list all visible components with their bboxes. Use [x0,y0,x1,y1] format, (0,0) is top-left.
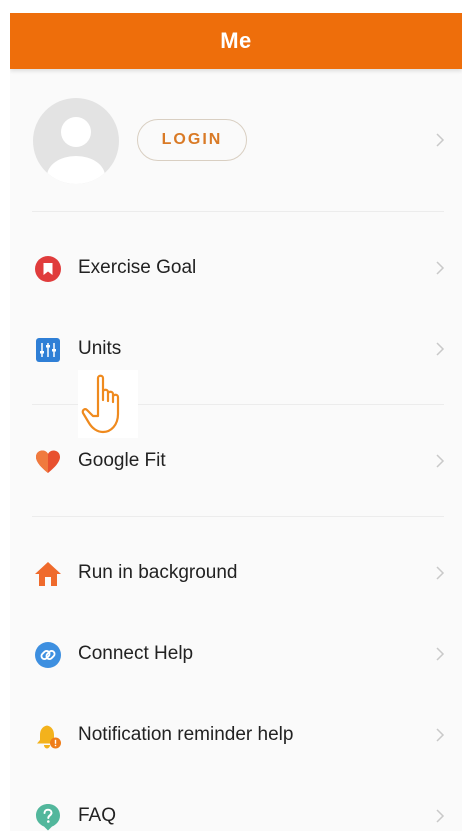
divider [32,211,444,212]
chevron-right-icon [436,454,445,468]
app-screen: Me LOGIN Exercise Goal Units Google Fit … [10,13,462,831]
menu-item-notification-reminder-help[interactable]: Notification reminder help [10,706,462,764]
chevron-right-icon [436,133,445,147]
google-fit-heart-icon [36,450,60,473]
menu-item-google-fit[interactable]: Google Fit [10,432,462,490]
goal-badge-icon [35,256,61,282]
tap-hand-icon [78,370,138,438]
menu-item-run-in-background[interactable]: Run in background [10,544,462,602]
units-equalizer-icon [36,338,60,362]
chevron-right-icon [436,647,445,661]
menu-item-label: Run in background [78,562,238,583]
link-icon [35,642,61,668]
profile-row[interactable]: LOGIN [10,69,462,211]
menu-item-connect-help[interactable]: Connect Help [10,625,462,683]
user-silhouette-icon [47,117,105,184]
header-bar: Me [10,13,462,69]
menu-item-label: FAQ [78,805,117,826]
login-label: LOGIN [161,131,223,148]
chevron-right-icon [436,261,445,275]
page-title: Me [220,28,252,53]
divider [32,516,444,517]
menu-item-faq[interactable]: FAQ [10,787,462,831]
menu-item-label: Notification reminder help [78,724,294,745]
login-button[interactable]: LOGIN [137,119,247,161]
avatar[interactable] [33,98,119,184]
menu-item-label: Google Fit [78,450,166,471]
chevron-right-icon [436,342,445,356]
bell-alert-icon [37,724,61,749]
chevron-right-icon [436,566,445,580]
home-icon [35,562,61,586]
chevron-right-icon [436,728,445,742]
chevron-right-icon [436,809,445,823]
menu-item-label: Connect Help [78,643,194,664]
menu-item-label: Exercise Goal [78,257,197,278]
question-icon [36,804,60,831]
menu-item-exercise-goal[interactable]: Exercise Goal [10,239,462,297]
